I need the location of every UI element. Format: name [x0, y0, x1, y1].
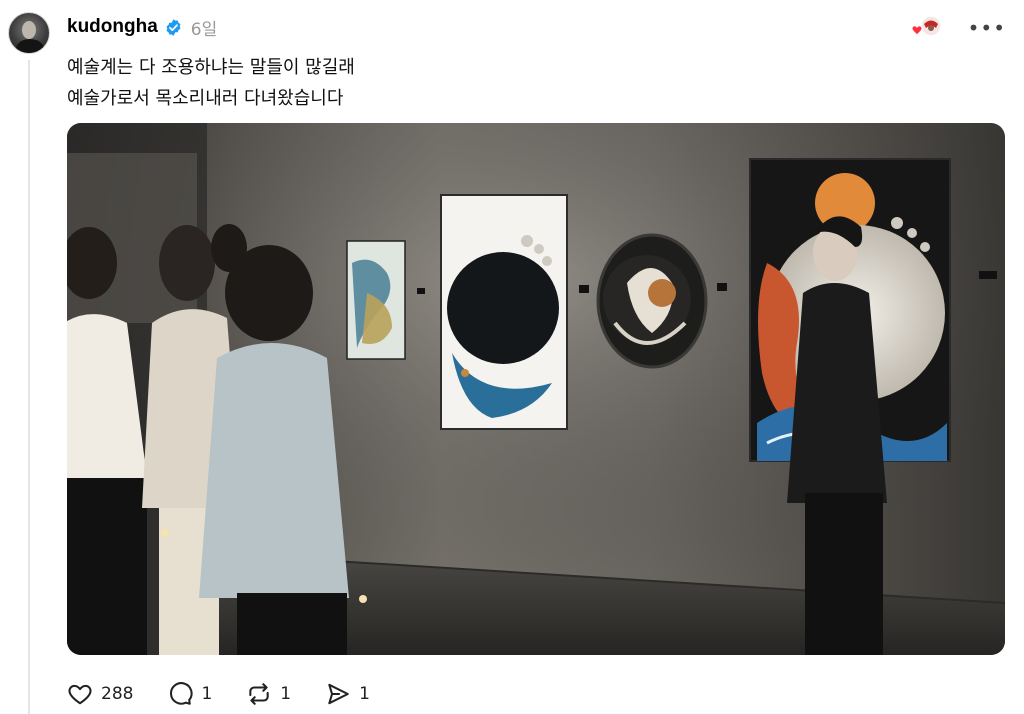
post-image[interactable] [67, 123, 1005, 655]
avatar[interactable] [8, 12, 50, 54]
reaction-badge[interactable] [910, 14, 944, 42]
more-icon[interactable]: ••• [968, 18, 1006, 38]
comment-icon [170, 682, 194, 705]
post-time: 6일 [190, 19, 218, 40]
post-text-line-1: 예술계는 다 조용하냐는 말들이 많길래 [67, 57, 355, 78]
avatar-shoulders [16, 39, 44, 53]
share-icon [328, 683, 349, 705]
repost-button[interactable]: 1 [246, 681, 291, 707]
post-actions: 288 1 1 1 [67, 678, 404, 710]
heart-icon [68, 684, 92, 705]
reply-button[interactable]: 1 [167, 681, 212, 707]
post-text-line-2: 예술가로서 목소리내러 다녀왔습니다 [67, 88, 344, 109]
avatar-face [22, 21, 36, 39]
thread-line [28, 60, 30, 714]
top-right-controls: ••• [910, 14, 1006, 42]
username[interactable]: kudongha [67, 16, 158, 38]
liked-by-avatar-icon [910, 15, 942, 37]
gallery-photo [67, 123, 1005, 655]
like-button[interactable]: 288 [67, 681, 133, 707]
post-header: kudongha 6일 [67, 13, 217, 41]
repost-icon [249, 683, 269, 705]
reply-count: 1 [201, 684, 213, 704]
like-count: 288 [101, 684, 134, 704]
repost-count: 1 [280, 684, 292, 704]
verified-badge-icon [166, 18, 181, 36]
share-count: 1 [359, 684, 370, 704]
post-text: 예술계는 다 조용하냐는 말들이 많길래 예술가로서 목소리내러 다녀왔습니다 [67, 52, 355, 114]
share-button[interactable]: 1 [325, 681, 370, 707]
